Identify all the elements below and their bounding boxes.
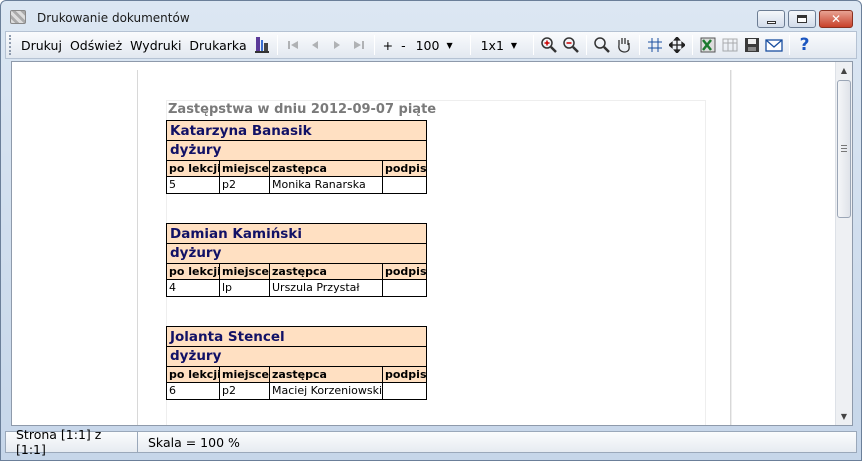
move-icon[interactable] <box>666 34 688 56</box>
cell-substitute: Maciej Korzeniowski <box>272 383 383 399</box>
status-page-info: Strona [1:1] z [1:1] <box>5 427 138 457</box>
refresh-button[interactable]: Odśwież <box>66 38 126 53</box>
maximize-button[interactable] <box>788 10 816 28</box>
export-table-icon[interactable] <box>719 34 741 56</box>
status-bar: Strona [1:1] z [1:1] Skala = 100 % <box>5 427 857 457</box>
maximize-icon <box>797 15 807 23</box>
cell-place: lp <box>220 280 270 296</box>
table-row: 4 lp Urszula Przystał <box>166 280 427 297</box>
table-header: po lekcji miejsce zastępca podpis <box>166 367 427 383</box>
grid-icon[interactable] <box>644 34 666 56</box>
separator <box>788 35 790 55</box>
zoom-in-icon[interactable] <box>538 34 560 56</box>
zoom-out-icon[interactable] <box>560 34 582 56</box>
cell-lesson: 4 <box>167 280 220 296</box>
printouts-button[interactable]: Wydruki <box>126 38 185 53</box>
print-window: Drukowanie dokumentów ✕ Drukuj Odśwież W… <box>0 0 862 461</box>
section-label: dyżury <box>166 347 427 367</box>
prev-page-icon[interactable] <box>304 34 326 56</box>
table-row: 6 p2 Maciej Korzeniowski <box>166 383 427 400</box>
zoom-in-button[interactable]: + <box>379 38 397 53</box>
scroll-up-icon[interactable]: ▲ <box>836 62 852 79</box>
close-button[interactable]: ✕ <box>819 10 853 28</box>
toolbar: Drukuj Odśwież Wydruki Drukarka + - 100 … <box>5 31 857 59</box>
status-scale-info: Skala = 100 % <box>138 431 857 453</box>
teacher-name: Jolanta Stencel <box>166 326 427 347</box>
minimize-icon <box>766 20 776 24</box>
cell-lesson: 6 <box>167 383 220 399</box>
cell-place: p2 <box>220 383 270 399</box>
cell-substitute: Monika Ranarska <box>270 177 383 193</box>
col-lesson: po lekcji <box>169 161 220 176</box>
cell-signature <box>383 280 426 296</box>
save-icon[interactable] <box>741 34 763 56</box>
title-bar: Drukowanie dokumentów ✕ <box>1 1 861 31</box>
col-lesson: po lekcji <box>169 264 220 279</box>
col-place: miejsce <box>222 264 270 279</box>
scroll-thumb[interactable] <box>837 80 851 218</box>
col-lesson: po lekcji <box>169 367 220 382</box>
zoom-value: 100 <box>415 37 440 53</box>
printer-settings-icon[interactable] <box>251 34 273 56</box>
pages-layout-select[interactable]: 1x1 ▼ <box>475 35 529 55</box>
separator <box>276 35 278 55</box>
col-signature: podpis <box>385 162 426 175</box>
col-signature: podpis <box>385 265 426 278</box>
pages-layout-value: 1x1 <box>480 37 504 53</box>
substitution-block: Katarzyna Banasik dyżury po lekcji miejs… <box>166 120 427 194</box>
col-substitute: zastępca <box>270 264 383 279</box>
substitution-block: Jolanta Stencel dyżury po lekcji miejsce… <box>166 326 427 400</box>
separator <box>691 35 693 55</box>
separator <box>638 35 640 55</box>
next-page-icon[interactable] <box>326 34 348 56</box>
substitution-block: Damian Kamiński dyżury po lekcji miejsce… <box>166 223 427 297</box>
table-row: 5 p2 Monika Ranarska <box>166 177 427 194</box>
col-substitute: zastępca <box>270 161 383 176</box>
table-header: po lekcji miejsce zastępca podpis <box>166 161 427 177</box>
separator <box>585 35 587 55</box>
last-page-icon[interactable] <box>348 34 370 56</box>
col-substitute: zastępca <box>270 367 383 382</box>
help-icon[interactable]: ? <box>794 34 816 56</box>
window-title: Drukowanie dokumentów <box>37 11 190 25</box>
first-page-icon[interactable] <box>282 34 304 56</box>
export-excel-icon[interactable] <box>697 34 719 56</box>
chevron-down-icon: ▼ <box>510 40 518 50</box>
close-icon: ✕ <box>830 12 842 26</box>
cell-substitute: Urszula Przystał <box>270 280 383 296</box>
scroll-down-icon[interactable]: ▼ <box>836 408 852 425</box>
cell-signature <box>383 383 426 399</box>
separator <box>373 35 375 55</box>
teacher-name: Katarzyna Banasik <box>166 120 427 141</box>
col-place: miejsce <box>222 161 270 176</box>
magnifier-icon[interactable] <box>591 34 613 56</box>
cell-lesson: 5 <box>167 177 220 193</box>
grip-icon <box>841 145 847 152</box>
separator <box>532 35 534 55</box>
cell-signature <box>383 177 426 193</box>
section-label: dyżury <box>166 141 427 161</box>
col-signature: podpis <box>385 368 426 381</box>
col-place: miejsce <box>222 367 270 382</box>
toolbar-grip[interactable] <box>9 35 13 55</box>
print-button[interactable]: Drukuj <box>17 38 66 53</box>
minimize-button[interactable] <box>757 10 785 28</box>
app-icon <box>10 10 26 24</box>
teacher-name: Damian Kamiński <box>166 223 427 244</box>
email-icon[interactable] <box>763 34 785 56</box>
section-label: dyżury <box>166 244 427 264</box>
report-title: Zastępstwa w dniu 2012-09-07 piąte <box>168 102 437 117</box>
zoom-select[interactable]: 100 ▼ <box>410 35 466 55</box>
cell-place: p2 <box>220 177 270 193</box>
separator <box>469 35 471 55</box>
chevron-down-icon: ▼ <box>446 40 453 50</box>
table-header: po lekcji miejsce zastępca podpis <box>166 264 427 280</box>
vertical-scrollbar[interactable]: ▲ ▼ <box>835 62 852 425</box>
hand-pan-icon[interactable] <box>613 34 635 56</box>
printer-button[interactable]: Drukarka <box>185 38 250 53</box>
zoom-out-button[interactable]: - <box>397 38 410 53</box>
